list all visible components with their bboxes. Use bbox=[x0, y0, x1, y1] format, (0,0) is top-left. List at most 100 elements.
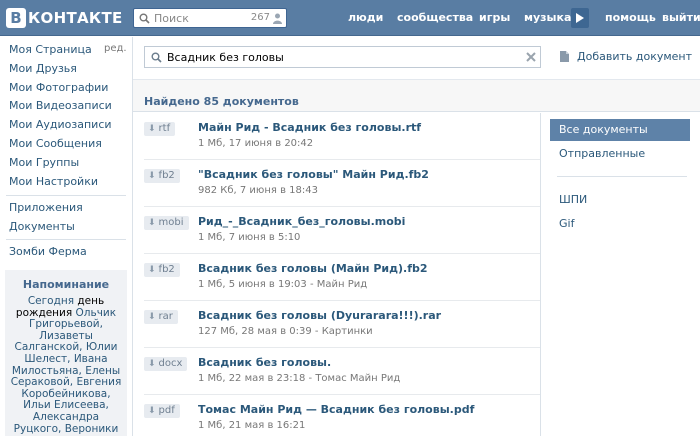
global-search[interactable]: 267 bbox=[133, 8, 287, 28]
search-icon bbox=[151, 52, 162, 63]
nav-games[interactable]: игры bbox=[479, 11, 510, 24]
download-arrow-icon: ⬇ bbox=[148, 265, 156, 275]
document-list: ⬇ rtf Майн Рид - Всадник без головы.rtf 1… bbox=[133, 113, 540, 436]
document-title[interactable]: Майн Рид - Всадник без головы.rtf bbox=[198, 121, 421, 134]
document-title[interactable]: Всадник без головы (Майн Рид).fb2 bbox=[198, 262, 428, 275]
document-row[interactable]: ⬇ rtf Майн Рид - Всадник без головы.rtf 1… bbox=[133, 113, 540, 160]
nav-music[interactable]: музыка bbox=[524, 11, 571, 24]
nav-help[interactable]: помощь bbox=[605, 11, 656, 24]
menu-divider bbox=[6, 239, 126, 240]
global-search-input[interactable] bbox=[154, 11, 244, 26]
download-arrow-icon: ⬇ bbox=[148, 218, 156, 228]
document-meta: 1 Мб, 5 июня в 19:03 - Майн Рид bbox=[198, 279, 368, 290]
document-ext: fb2 bbox=[158, 264, 175, 275]
filter-sent[interactable]: Отправленные bbox=[550, 143, 690, 165]
nav-people[interactable]: люди bbox=[348, 11, 383, 24]
document-icon bbox=[560, 51, 569, 62]
search-icon bbox=[139, 13, 150, 24]
filter-tag-shpi[interactable]: ШПИ bbox=[550, 189, 690, 211]
results-count: Найдено 85 документов bbox=[144, 95, 299, 108]
reminder-body: Сегодня день рождения Ольчик Григорьевой… bbox=[8, 295, 124, 435]
download-arrow-icon: ⬇ bbox=[148, 171, 156, 181]
document-row[interactable]: ⬇ docx Всадник без головы. 1 Мб, 22 мая в… bbox=[133, 348, 540, 395]
document-row[interactable]: ⬇ pdf Томас Майн Рид — Всадник без головы… bbox=[133, 395, 540, 436]
document-tag[interactable]: Томас Майн Рид bbox=[315, 373, 400, 384]
play-icon bbox=[576, 13, 584, 23]
clear-icon[interactable] bbox=[526, 52, 536, 62]
document-meta: 127 Мб, 28 мая в 0:39 - Картинки bbox=[198, 326, 373, 337]
results-summary-bar: Найдено 85 документов bbox=[133, 79, 700, 112]
reminder-today[interactable]: Сегодня bbox=[28, 295, 74, 307]
document-ext: rar bbox=[158, 311, 173, 322]
menu-audio[interactable]: Мои Аудиозаписи bbox=[9, 118, 112, 131]
menu-friends[interactable]: Мои Друзья bbox=[9, 62, 77, 75]
filter-all-documents[interactable]: Все документы bbox=[550, 119, 690, 141]
document-title[interactable]: Рид_-_Всадник_без_головы.mobi bbox=[198, 215, 405, 228]
doc-search-box[interactable] bbox=[144, 46, 541, 68]
menu-groups[interactable]: Мои Группы bbox=[9, 156, 79, 169]
document-type-badge[interactable]: ⬇ fb2 bbox=[144, 169, 180, 183]
add-document-label: Добавить документ bbox=[577, 50, 693, 63]
online-count: 267 bbox=[250, 12, 270, 23]
download-arrow-icon: ⬇ bbox=[148, 406, 156, 416]
document-tag[interactable]: Майн Рид bbox=[317, 279, 367, 290]
document-info: 1 Мб, 21 мая в 16:21 bbox=[198, 420, 306, 431]
nav-logout[interactable]: выйти bbox=[662, 11, 700, 24]
document-meta: 1 Мб, 21 мая в 16:21 bbox=[198, 420, 305, 431]
document-info: 1 Мб, 5 июня в 19:03 bbox=[198, 279, 307, 290]
person-icon[interactable] bbox=[273, 13, 282, 24]
reminder-names[interactable]: Ольчик Григорьевой, Лизаветы Салганской,… bbox=[11, 307, 122, 435]
document-title[interactable]: Всадник без головы. bbox=[198, 356, 331, 369]
logo-text: КОНТАКТЕ bbox=[28, 9, 123, 27]
reminder-title: Напоминание bbox=[22, 278, 110, 291]
document-type-badge[interactable]: ⬇ rtf bbox=[144, 122, 176, 136]
document-info: 982 Кб, 7 июня в 18:43 bbox=[198, 185, 318, 196]
menu-apps[interactable]: Приложения bbox=[9, 201, 83, 214]
filter-tag-gif[interactable]: Gif bbox=[550, 213, 690, 235]
download-arrow-icon: ⬇ bbox=[148, 312, 156, 322]
document-ext: rtf bbox=[158, 123, 171, 134]
documents-main: Добавить документ Найдено 85 документов … bbox=[132, 37, 700, 436]
doc-search-input[interactable] bbox=[167, 50, 507, 65]
document-row[interactable]: ⬇ rar Всадник без головы (Dyurarara!!!).r… bbox=[133, 301, 540, 348]
vk-logo[interactable]: В КОНТАКТЕ bbox=[6, 8, 123, 28]
document-row[interactable]: ⬇ fb2 Всадник без головы (Майн Рид).fb2 1… bbox=[133, 254, 540, 301]
document-info: 1 Мб, 7 июня в 5:10 bbox=[198, 232, 301, 243]
menu-settings[interactable]: Мои Настройки bbox=[9, 175, 98, 188]
menu-messages[interactable]: Мои Сообщения bbox=[9, 137, 102, 150]
menu-edit-link[interactable]: ред. bbox=[104, 43, 127, 54]
menu-documents[interactable]: Документы bbox=[9, 220, 75, 233]
document-ext: mobi bbox=[158, 217, 184, 228]
menu-photos[interactable]: Мои Фотографии bbox=[9, 81, 108, 94]
menu-divider bbox=[6, 195, 126, 196]
document-ext: fb2 bbox=[158, 170, 175, 181]
download-arrow-icon: ⬇ bbox=[148, 124, 156, 134]
document-type-badge[interactable]: ⬇ mobi bbox=[144, 216, 189, 230]
menu-zombie-farm[interactable]: Зомби Ферма bbox=[9, 245, 87, 258]
menu-my-page[interactable]: Моя Страница bbox=[9, 43, 92, 56]
document-meta: 1 Мб, 22 мая в 23:18 - Томас Майн Рид bbox=[198, 373, 401, 384]
document-type-badge[interactable]: ⬇ docx bbox=[144, 357, 188, 371]
document-info: 1 Мб, 17 июня в 20:42 bbox=[198, 138, 314, 149]
document-ext: docx bbox=[158, 358, 183, 369]
logo-letter: В bbox=[6, 8, 26, 28]
menu-videos[interactable]: Мои Видеозаписи bbox=[9, 99, 112, 112]
nav-communities[interactable]: сообщества bbox=[397, 11, 473, 24]
document-title[interactable]: "Всадник без головы" Майн Рид.fb2 bbox=[198, 168, 429, 181]
document-type-badge[interactable]: ⬇ rar bbox=[144, 310, 178, 324]
document-title[interactable]: Томас Майн Рид — Всадник без головы.pdf bbox=[198, 403, 474, 416]
top-header: В КОНТАКТЕ 267 люди сообщества игры музы… bbox=[0, 0, 700, 36]
document-row[interactable]: ⬇ mobi Рид_-_Всадник_без_головы.mobi 1 Мб… bbox=[133, 207, 540, 254]
document-info: 1 Мб, 22 мая в 23:18 bbox=[198, 373, 306, 384]
document-ext: pdf bbox=[158, 405, 175, 416]
document-row[interactable]: ⬇ fb2 "Всадник без головы" Майн Рид.fb2 9… bbox=[133, 160, 540, 207]
music-play-button[interactable] bbox=[571, 8, 589, 28]
document-type-badge[interactable]: ⬇ fb2 bbox=[144, 263, 180, 277]
document-meta: 982 Кб, 7 июня в 18:43 bbox=[198, 185, 318, 196]
birthday-reminder: Напоминание Сегодня день рождения Ольчик… bbox=[5, 270, 127, 436]
add-document-button[interactable]: Добавить документ bbox=[560, 50, 692, 63]
document-type-badge[interactable]: ⬇ pdf bbox=[144, 404, 180, 418]
document-title[interactable]: Всадник без головы (Dyurarara!!!).rar bbox=[198, 309, 441, 322]
document-tag[interactable]: Картинки bbox=[322, 326, 373, 337]
filter-divider bbox=[557, 176, 687, 177]
